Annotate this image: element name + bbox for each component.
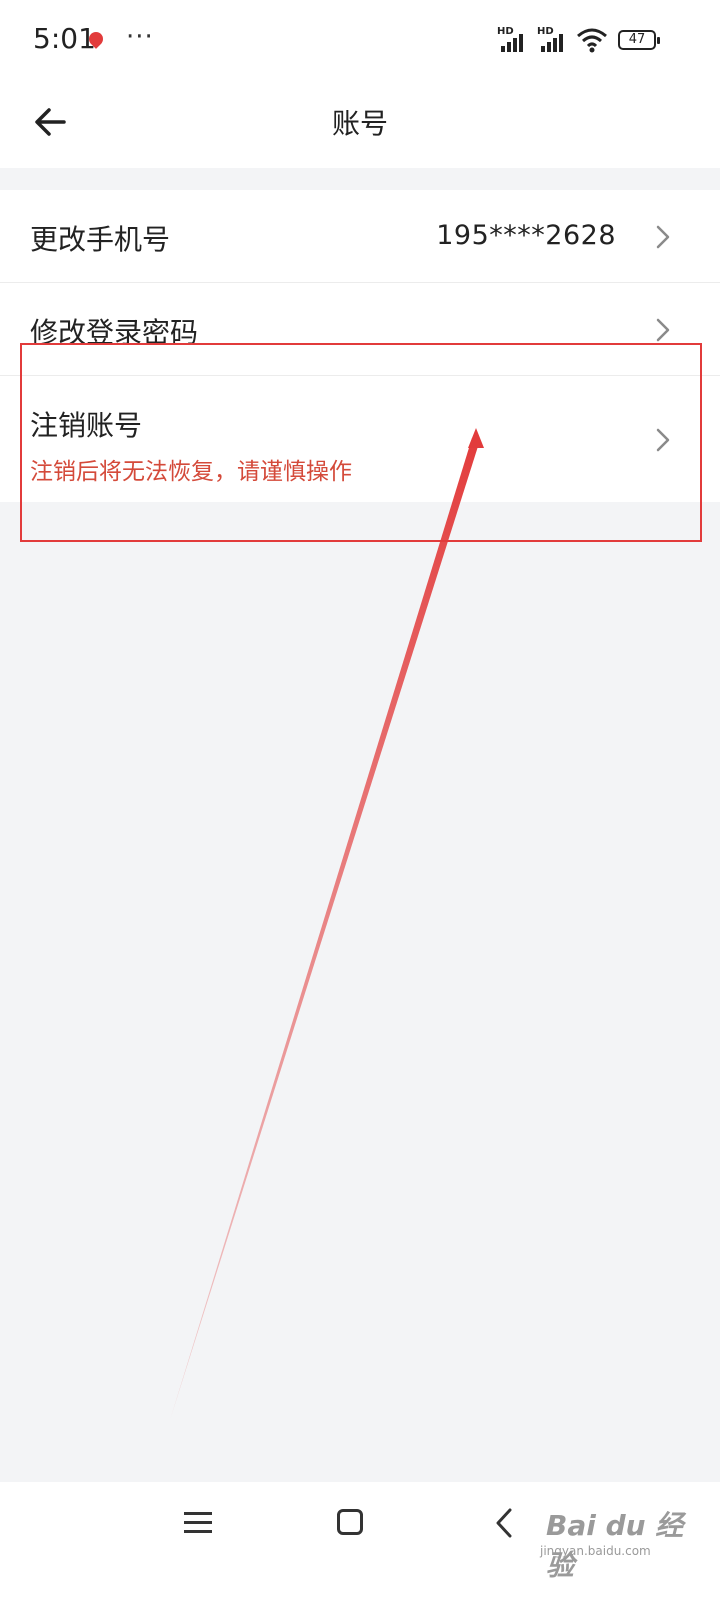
home-icon[interactable] xyxy=(337,1509,363,1535)
chevron-right-icon xyxy=(656,225,670,249)
change-phone-item[interactable]: 更改手机号 195****2628 xyxy=(0,190,720,283)
change-password-item[interactable]: 修改登录密码 xyxy=(0,283,720,376)
baidu-watermark: Bai du 经验 jingyan.baidu.com xyxy=(540,1498,710,1582)
status-time: 5:01 xyxy=(33,22,96,55)
menu-icon[interactable] xyxy=(184,1510,212,1536)
battery-icon: 47 xyxy=(618,30,660,50)
delete-account-warning: 注销后将无法恢复，请谨慎操作 xyxy=(30,459,352,485)
system-nav-bar: Bai du 经验 jingyan.baidu.com xyxy=(0,1482,720,1600)
delete-account-label: 注销账号 xyxy=(30,409,143,442)
page-title: 账号 xyxy=(331,107,388,140)
wifi-icon xyxy=(577,28,607,53)
delete-account-item[interactable]: 注销账号 注销后将无法恢复，请谨慎操作 xyxy=(0,376,720,502)
chevron-right-icon xyxy=(656,428,670,452)
change-password-label: 修改登录密码 xyxy=(30,316,199,349)
phone-number-value: 195****2628 xyxy=(436,220,616,251)
more-notifications-icon: ··· xyxy=(126,22,154,52)
chevron-right-icon xyxy=(656,318,670,342)
change-phone-label: 更改手机号 xyxy=(30,223,171,256)
watermark-sub: jingyan.baidu.com xyxy=(540,1544,651,1558)
app-header: 账号 xyxy=(0,80,720,168)
back-nav-icon[interactable] xyxy=(494,1507,514,1539)
status-bar: 5:01 ··· HD HD 47 xyxy=(0,0,720,80)
account-settings-list: 更改手机号 195****2628 修改登录密码 注销账号 注销后将无法恢复，请… xyxy=(0,190,720,502)
